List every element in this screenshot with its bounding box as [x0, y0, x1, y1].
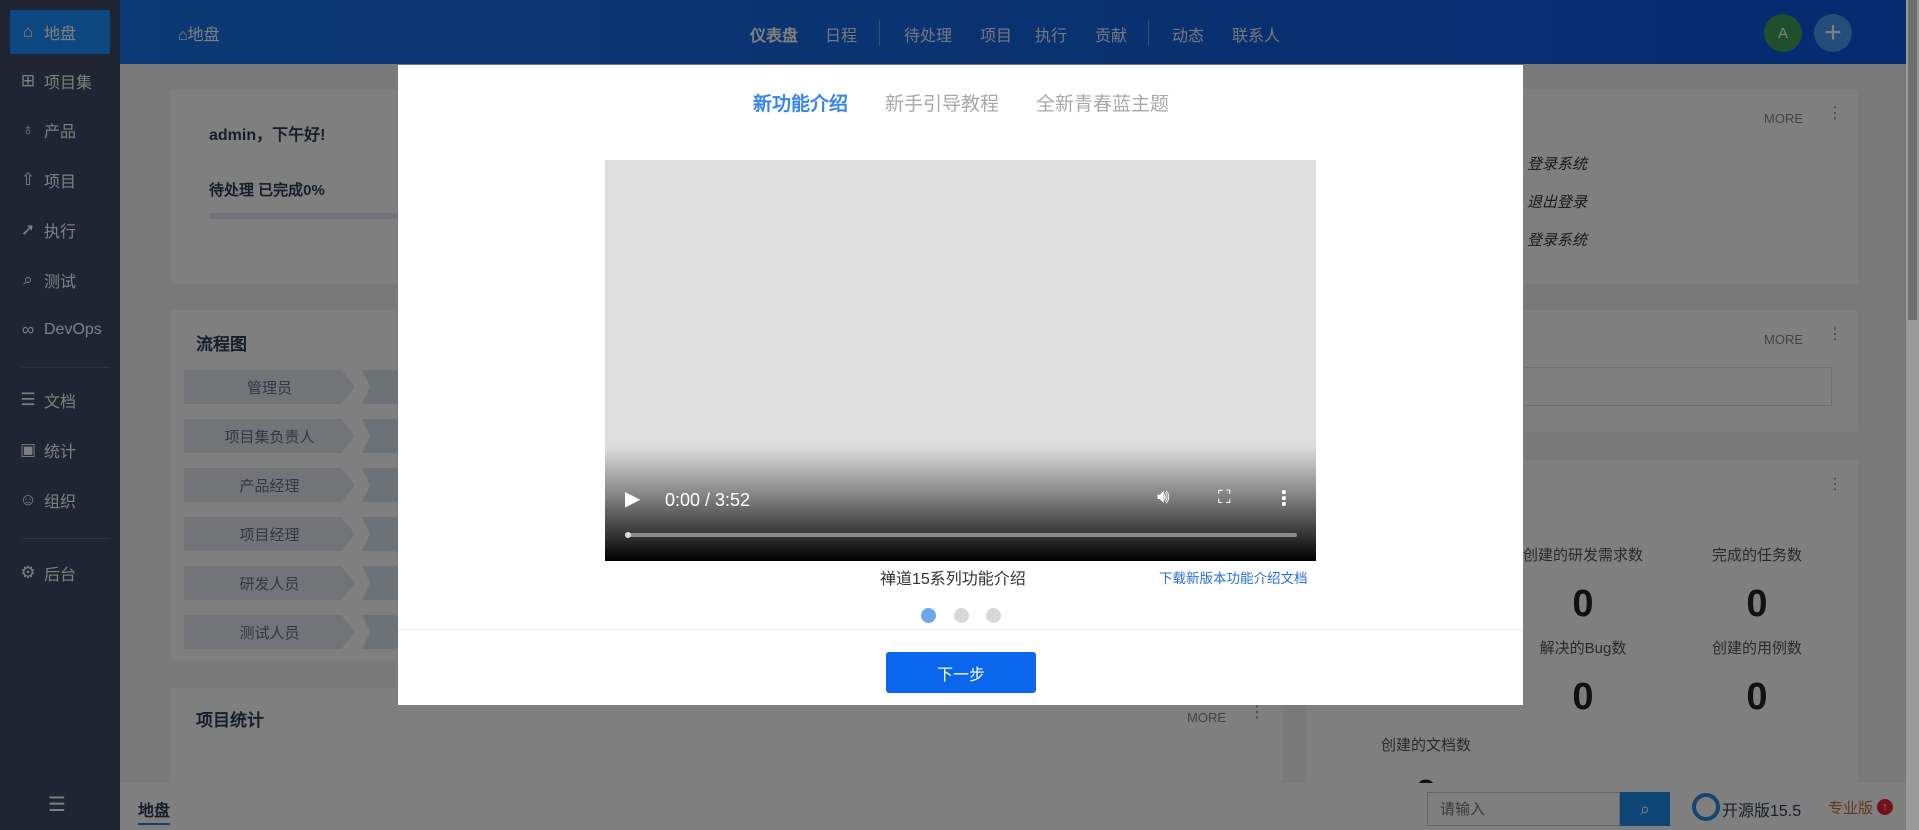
carousel-dot[interactable]: [954, 608, 969, 623]
video-caption: 禅道15系列功能介绍: [880, 571, 1026, 588]
scrollbar-thumb[interactable]: [1908, 0, 1917, 320]
video-progress-handle[interactable]: [625, 532, 631, 538]
tab-tutorial[interactable]: 新手引导教程: [885, 89, 999, 116]
download-doc-link[interactable]: 下载新版本功能介绍文档: [1159, 567, 1308, 587]
video-progress-bar[interactable]: [625, 532, 1297, 538]
modal-divider: [398, 629, 1523, 630]
more-options-icon[interactable]: ⋮: [1274, 486, 1294, 511]
next-step-button[interactable]: 下一步: [886, 652, 1036, 693]
fullscreen-icon[interactable]: ⛶: [1218, 487, 1231, 508]
carousel-dot-active[interactable]: [921, 608, 936, 623]
video-player[interactable]: ▶ 0:00 / 3:52 🔊︎ ⛶ ⋮: [605, 160, 1316, 561]
video-time: 0:00 / 3:52: [665, 490, 751, 510]
feature-intro-modal: 新功能介绍 新手引导教程 全新青春蓝主题 ▶ 0:00 / 3:52 🔊︎ ⛶ …: [398, 65, 1523, 705]
carousel-dot[interactable]: [986, 608, 1001, 623]
tab-new-features[interactable]: 新功能介绍: [753, 89, 848, 116]
scrollbar[interactable]: [1906, 0, 1919, 830]
volume-icon[interactable]: 🔊︎: [1157, 486, 1170, 509]
play-icon[interactable]: ▶: [625, 486, 640, 511]
tab-theme[interactable]: 全新青春蓝主题: [1036, 89, 1169, 116]
